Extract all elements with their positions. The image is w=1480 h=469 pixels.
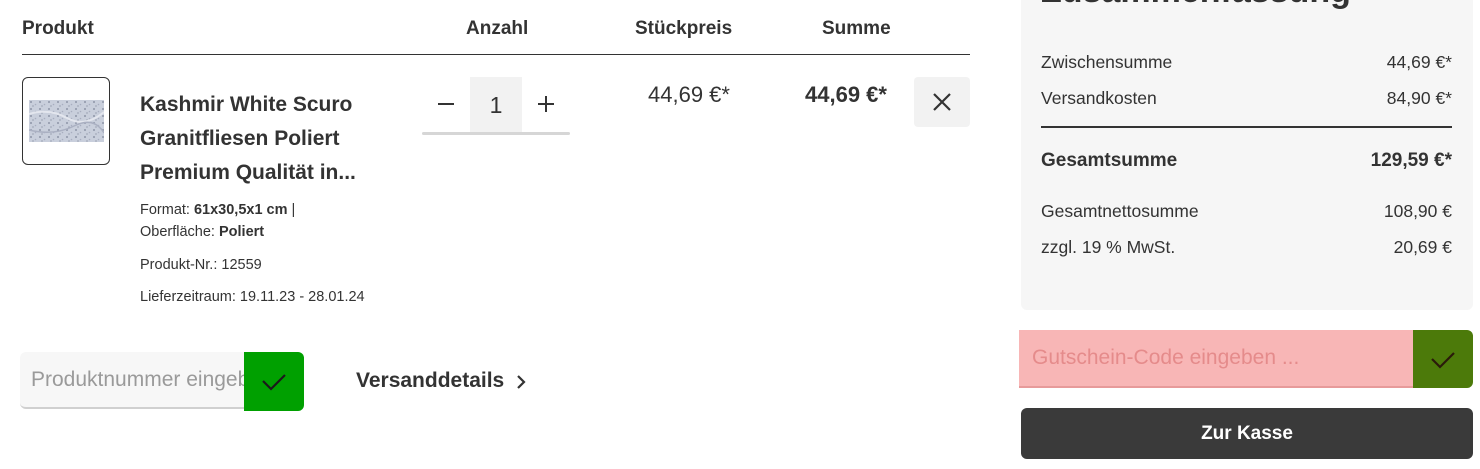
header-sum: Summe [822, 18, 891, 39]
voucher-submit-button[interactable] [1413, 330, 1473, 388]
product-name[interactable]: Kashmir White Scuro Granitfliesen Polier… [140, 88, 410, 190]
header-quantity: Anzahl [466, 18, 529, 39]
summary-title: Zusammenfassung [1041, 0, 1351, 11]
net-total-label: Gesamtnettosumme [1041, 201, 1199, 221]
granite-tile-image [29, 100, 104, 142]
order-summary: Zusammenfassung Zwischensumme 44,69 €* V… [1021, 0, 1473, 310]
product-number-form [20, 352, 304, 411]
product-number-input[interactable] [20, 352, 244, 409]
format-label: Format: [140, 202, 190, 218]
total-label: Gesamtsumme [1041, 150, 1178, 171]
shipping-details-label: Versanddetails [356, 369, 505, 392]
close-icon [933, 93, 951, 111]
minus-icon [438, 102, 454, 105]
remove-item-button[interactable] [914, 77, 970, 127]
checkmark-icon [1431, 352, 1455, 369]
vat-label: zzgl. 19 % MwSt. [1041, 237, 1176, 257]
quantity-underline [422, 132, 570, 135]
net-total-value: 108,90 € [1383, 201, 1452, 221]
header-product: Produkt [22, 18, 94, 39]
product-format: Format: 61x30,5x1 cm | [140, 202, 295, 218]
summary-divider [1041, 126, 1452, 128]
header-unit-price: Stückpreis [635, 18, 733, 39]
subtotal-value: 44,69 €* [1386, 52, 1452, 72]
unit-price: 44,69 €* [648, 82, 730, 107]
format-separator: | [291, 202, 296, 218]
shipping-cost-value: 84,90 €* [1386, 88, 1452, 108]
product-surface: Oberfläche: Poliert [140, 224, 264, 240]
delivery-period: Lieferzeitraum: 19.11.23 - 28.01.24 [140, 289, 365, 305]
increase-quantity-button[interactable] [522, 77, 570, 133]
total-value: 129,59 €* [1370, 150, 1452, 171]
product-number-submit-button[interactable] [244, 352, 304, 411]
shipping-cost-label: Versandkosten [1041, 88, 1157, 108]
format-value: 61x30,5x1 cm [193, 202, 288, 218]
quantity-value[interactable]: 1 [470, 77, 522, 133]
checkout-button[interactable]: Zur Kasse [1021, 408, 1473, 459]
voucher-code-input[interactable] [1019, 330, 1413, 388]
voucher-form [1019, 330, 1473, 388]
checkmark-icon [262, 374, 286, 391]
surface-value: Poliert [219, 224, 265, 240]
decrease-quantity-button[interactable] [422, 77, 470, 133]
vat-value: 20,69 € [1393, 237, 1452, 257]
product-number: Produkt-Nr.: 12559 [140, 257, 262, 273]
cart-table-header: Produkt Anzahl Stückpreis Summe [22, 0, 970, 55]
plus-icon [538, 95, 554, 112]
cart-table: Produkt Anzahl Stückpreis Summe Kashmir … [20, 0, 970, 469]
subtotal-label: Zwischensumme [1041, 52, 1173, 72]
quantity-stepper: 1 [422, 77, 570, 135]
chevron-right-icon [517, 375, 526, 389]
shipping-details-link[interactable]: Versanddetails [356, 369, 526, 393]
surface-label: Oberfläche: [140, 224, 215, 240]
line-total: 44,69 €* [805, 82, 887, 107]
product-thumbnail[interactable] [22, 77, 110, 165]
